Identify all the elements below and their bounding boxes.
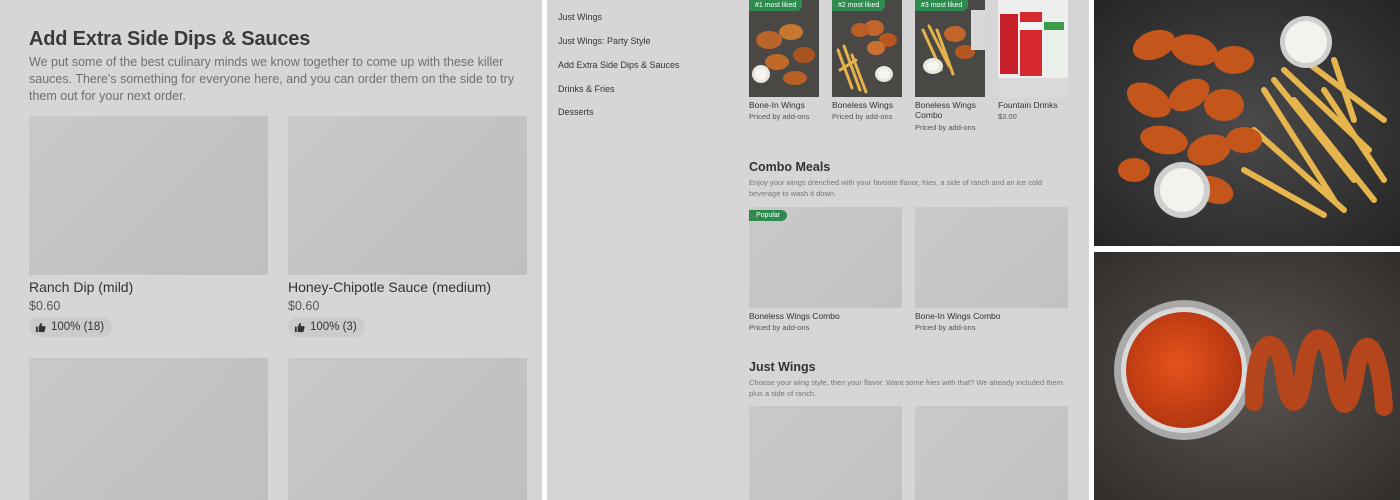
sauce-bowl-image bbox=[1094, 252, 1400, 500]
ranch-dip-image[interactable] bbox=[29, 116, 268, 275]
item-name[interactable]: Honey-Chipotle Sauce (medium) bbox=[288, 279, 491, 295]
popular-badge: Popular bbox=[749, 210, 788, 221]
item-price: $0.60 bbox=[288, 299, 320, 313]
nav-item-drinks-fries[interactable]: Drinks & Fries bbox=[558, 84, 615, 94]
boneless-photo bbox=[832, 0, 902, 97]
thumbs-up-icon bbox=[35, 322, 46, 332]
item-price-note: Priced by add-ons bbox=[749, 112, 810, 121]
nav-item-just-wings[interactable]: Just Wings bbox=[558, 12, 602, 22]
wings-fries-image bbox=[1094, 0, 1400, 246]
item-price-note: Priced by add-ons bbox=[749, 323, 810, 332]
item-name[interactable]: Ranch Dip (mild) bbox=[29, 279, 133, 295]
wings-and-fries-photo bbox=[1094, 0, 1400, 246]
boneless-combo-image[interactable]: #3 most liked bbox=[915, 0, 985, 97]
honey-chipotle-image[interactable] bbox=[288, 116, 527, 275]
nav-item-dips-sauces[interactable]: Add Extra Side Dips & Sauces bbox=[558, 60, 680, 70]
item-name[interactable]: Boneless Wings Combo bbox=[749, 311, 840, 321]
bone-in-combo-card-image[interactable] bbox=[915, 207, 1068, 308]
wings-photo bbox=[749, 0, 819, 97]
combo-meals-description: Enjoy your wings drenched with your favo… bbox=[749, 178, 1043, 198]
item-name[interactable]: Boneless Wings Combo bbox=[915, 100, 991, 120]
rating-text: 100% (3) bbox=[310, 321, 357, 333]
item-name[interactable]: Fountain Drinks bbox=[998, 100, 1058, 110]
most-liked-badge: #3 most liked bbox=[915, 0, 969, 11]
item-price: $3.00 bbox=[998, 112, 1017, 121]
nav-item-party-style[interactable]: Just Wings: Party Style bbox=[558, 36, 651, 46]
most-liked-badge: #1 most liked bbox=[749, 0, 803, 11]
item-image-placeholder[interactable] bbox=[288, 358, 527, 500]
menu-panel: Just Wings Just Wings: Party Style Add E… bbox=[547, 0, 1089, 500]
boneless-wings-image[interactable]: #2 most liked bbox=[832, 0, 902, 97]
fountain-drinks-image[interactable] bbox=[998, 0, 1068, 97]
section-title: Add Extra Side Dips & Sauces bbox=[29, 28, 311, 50]
item-price-note: Priced by add-ons bbox=[915, 123, 976, 132]
combo-photo bbox=[915, 0, 985, 97]
sauce-photo bbox=[1094, 252, 1400, 500]
section-description: We put some of the best culinary minds w… bbox=[29, 55, 515, 103]
thumbs-up-icon bbox=[294, 322, 305, 332]
item-image-placeholder[interactable] bbox=[749, 406, 902, 500]
just-wings-description: Choose your wing style, then your flavor… bbox=[749, 378, 1063, 398]
item-name[interactable]: Bone-In Wings bbox=[749, 100, 821, 110]
item-name[interactable]: Bone-In Wings Combo bbox=[915, 311, 1001, 321]
item-price-note: Priced by add-ons bbox=[915, 323, 976, 332]
just-wings-heading: Just Wings bbox=[749, 360, 816, 374]
item-image-placeholder[interactable] bbox=[915, 406, 1068, 500]
bone-in-wings-image[interactable]: #1 most liked bbox=[749, 0, 819, 97]
item-price: $0.60 bbox=[29, 299, 61, 313]
drinks-photo bbox=[998, 0, 1068, 97]
item-image-placeholder[interactable] bbox=[29, 358, 268, 500]
combo-meals-heading: Combo Meals bbox=[749, 160, 831, 174]
sauces-section-panel: Add Extra Side Dips & Sauces We put some… bbox=[0, 0, 542, 500]
boneless-combo-card-image[interactable] bbox=[749, 207, 902, 308]
item-price-note: Priced by add-ons bbox=[832, 112, 893, 121]
rating-badge: 100% (18) bbox=[29, 317, 113, 337]
nav-item-desserts[interactable]: Desserts bbox=[558, 107, 594, 117]
item-name[interactable]: Boneless Wings bbox=[832, 100, 904, 110]
rating-badge: 100% (3) bbox=[288, 317, 365, 337]
most-liked-badge: #2 most liked bbox=[832, 0, 886, 11]
rating-text: 100% (18) bbox=[51, 321, 105, 333]
